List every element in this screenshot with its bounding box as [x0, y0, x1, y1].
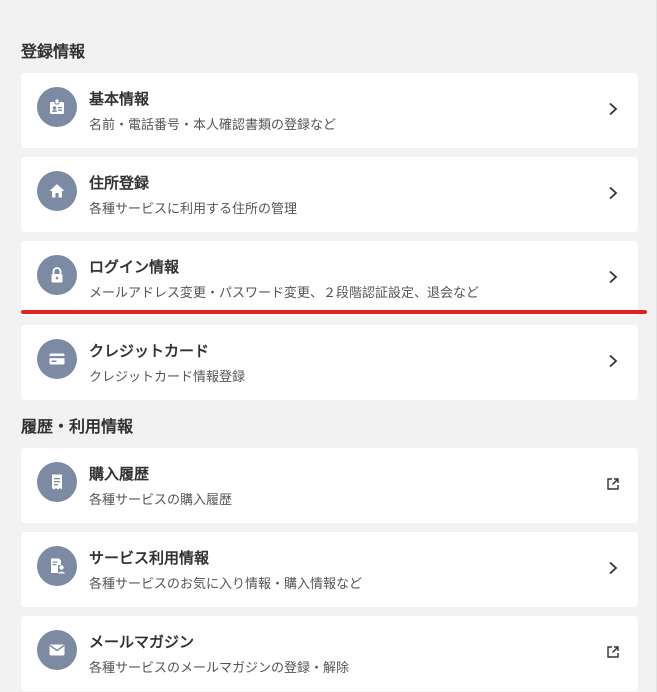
menu-item-service-usage[interactable]: サービス利用情報 各種サービスのお気に入り情報・購入情報など [21, 532, 638, 607]
chevron-right-icon [609, 186, 618, 200]
menu-item-mail-magazine[interactable]: メールマガジン 各種サービスのメールマガジンの登録・解除 [21, 616, 638, 691]
menu-item-title: ログイン情報 [89, 258, 180, 276]
menu-item-description: クレジットカード情報登録 [89, 370, 246, 385]
menu-item-purchase-history[interactable]: 購入履歴 各種サービスの購入履歴 [21, 448, 638, 523]
menu-item-description: 各種サービスのメールマガジンの登録・解除 [89, 661, 350, 676]
menu-item-title: サービス利用情報 [89, 549, 210, 567]
section-title-registration: 登録情報 [21, 42, 86, 61]
menu-item-description: メールアドレス変更・パスワード変更、２段階認証設定、退会など [89, 286, 480, 301]
menu-item-description: 各種サービスの購入履歴 [89, 493, 233, 508]
chevron-right-icon [609, 561, 618, 575]
menu-item-description: 名前・電話番号・本人確認書類の登録など [89, 118, 337, 133]
menu-item-description: 各種サービスのお気に入り情報・購入情報など [89, 577, 363, 592]
menu-item-title: メールマガジン [89, 633, 195, 651]
receipt-icon [37, 462, 77, 502]
chevron-right-icon [609, 102, 618, 116]
chevron-right-icon [609, 270, 618, 284]
menu-item-title: 購入履歴 [89, 465, 150, 483]
user-document-icon [37, 546, 77, 586]
external-link-icon [607, 646, 619, 658]
chevron-right-icon [609, 354, 618, 368]
menu-item-title: 住所登録 [89, 174, 150, 192]
id-card-icon [37, 87, 77, 127]
menu-item-description: 各種サービスに利用する住所の管理 [89, 202, 298, 217]
section-title-history: 履歴・利用情報 [21, 417, 134, 436]
menu-item-credit-card[interactable]: クレジットカード クレジットカード情報登録 [21, 325, 638, 400]
external-link-icon [607, 478, 619, 490]
credit-card-icon [37, 339, 77, 379]
menu-item-address[interactable]: 住所登録 各種サービスに利用する住所の管理 [21, 157, 638, 232]
menu-item-login-info[interactable]: ログイン情報 メールアドレス変更・パスワード変更、２段階認証設定、退会など [21, 241, 638, 316]
menu-item-title: 基本情報 [89, 90, 150, 108]
highlight-underline [21, 310, 647, 314]
mail-icon [37, 630, 77, 670]
menu-item-title: クレジットカード [89, 342, 210, 360]
home-icon [37, 171, 77, 211]
lock-icon [37, 255, 77, 295]
menu-item-basic-info[interactable]: 基本情報 名前・電話番号・本人確認書類の登録など [21, 73, 638, 148]
